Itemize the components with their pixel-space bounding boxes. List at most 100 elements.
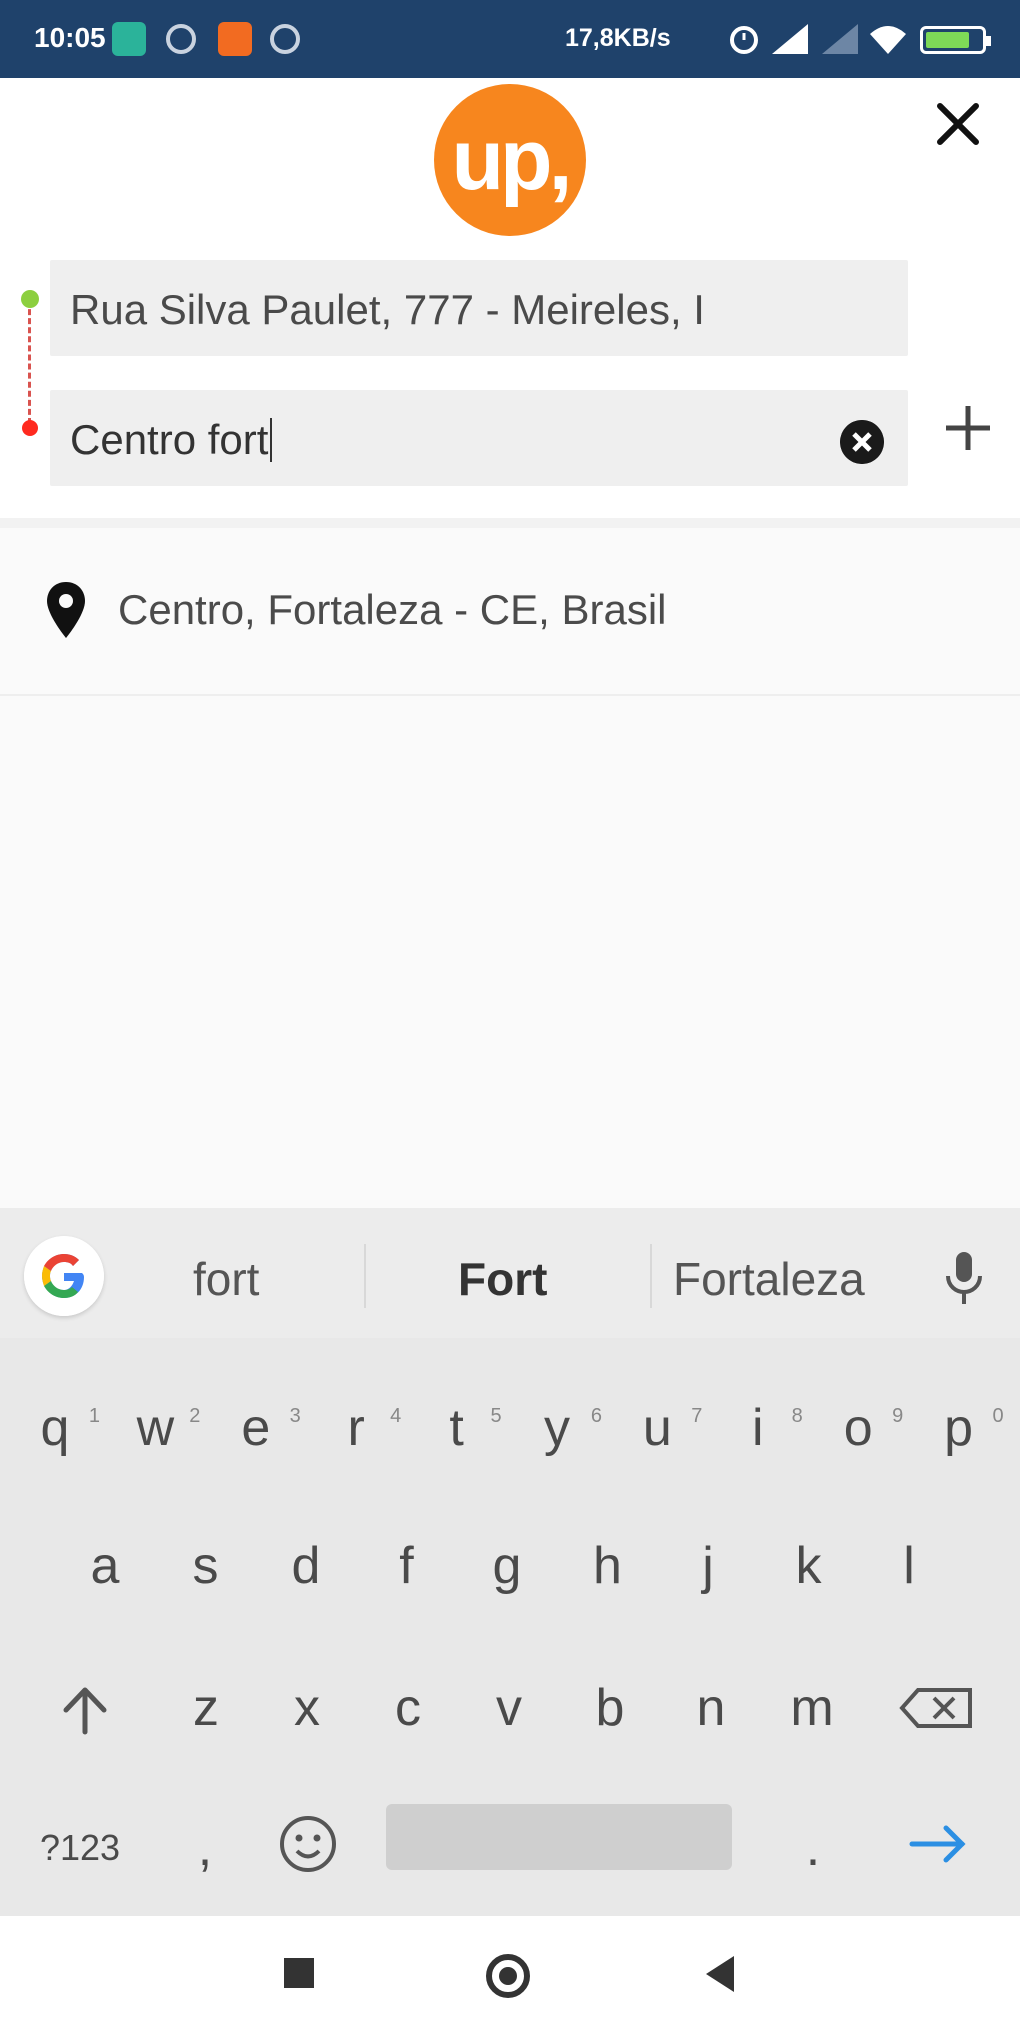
origin-field[interactable]: Rua Silva Paulet, 777 - Meireles, I: [50, 260, 908, 356]
space-key[interactable]: [386, 1804, 732, 1870]
key-y[interactable]: y6: [508, 1380, 606, 1476]
key-label: o: [843, 1399, 873, 1457]
key-label: r: [347, 1399, 365, 1457]
key-hint: 7: [691, 1405, 703, 1427]
status-bar: 10:05 17,8KB/s: [0, 0, 1020, 78]
close-button[interactable]: [930, 96, 986, 152]
key-label: e: [241, 1399, 271, 1457]
key-k[interactable]: k: [760, 1518, 858, 1614]
signal-icon: [822, 24, 858, 54]
destination-field[interactable]: Centro fort: [50, 390, 908, 486]
key-d[interactable]: d: [257, 1518, 355, 1614]
wifi-icon: [870, 26, 906, 54]
sync-icon: [166, 24, 196, 54]
arrow-right-icon: [909, 1825, 966, 1863]
close-icon: [937, 103, 979, 145]
key-hint: 0: [992, 1405, 1004, 1427]
key-n[interactable]: n: [662, 1660, 760, 1756]
clear-destination-button[interactable]: [840, 420, 884, 464]
key-w[interactable]: w2: [106, 1380, 204, 1476]
suggestion-bar: fort Fort Fortaleza: [0, 1208, 1020, 1338]
key-a[interactable]: a: [56, 1518, 154, 1614]
key-hint: 5: [490, 1405, 502, 1427]
origin-value: Rua Silva Paulet, 777 - Meireles, I: [70, 286, 705, 333]
emoji-icon: [280, 1816, 336, 1872]
emoji-key[interactable]: [268, 1804, 348, 1884]
result-label: Centro, Fortaleza - CE, Brasil: [118, 586, 667, 633]
key-f[interactable]: f: [358, 1518, 456, 1614]
result-item[interactable]: Centro, Fortaleza - CE, Brasil: [0, 528, 1020, 696]
backspace-key[interactable]: [880, 1660, 990, 1756]
network-rate: 17,8KB/s: [565, 24, 671, 52]
enter-key[interactable]: [898, 1804, 978, 1884]
key-hint: 3: [289, 1405, 301, 1427]
suggestion-3[interactable]: Fortaleza: [673, 1252, 865, 1306]
comma-key[interactable]: ,: [160, 1800, 250, 1896]
key-z[interactable]: z: [157, 1660, 255, 1756]
key-g[interactable]: g: [458, 1518, 556, 1614]
key-label: w: [136, 1399, 175, 1457]
key-label: p: [944, 1399, 974, 1457]
mic-button[interactable]: [942, 1248, 986, 1308]
key-hint: 2: [189, 1405, 201, 1427]
backspace-icon: [899, 1688, 972, 1728]
keyboard: fort Fort Fortaleza q1w2e3r4t5y6u7i8o9p0…: [0, 1208, 1020, 1916]
battery-level: [926, 32, 969, 48]
plus-icon: [946, 406, 990, 450]
divider: [364, 1244, 366, 1308]
key-m[interactable]: m: [763, 1660, 861, 1756]
add-stop-button[interactable]: [940, 400, 996, 456]
key-hint: 6: [590, 1405, 602, 1427]
key-s[interactable]: s: [157, 1518, 255, 1614]
home-button[interactable]: [486, 1954, 530, 1998]
status-time: 10:05: [34, 22, 106, 53]
key-r[interactable]: r4: [307, 1380, 405, 1476]
period-key[interactable]: .: [768, 1800, 858, 1896]
suggestion-1[interactable]: fort: [193, 1252, 259, 1306]
google-button[interactable]: [24, 1236, 104, 1316]
route-connector: [28, 300, 32, 424]
app-icon: [218, 22, 252, 56]
battery-icon: [920, 26, 991, 54]
key-q[interactable]: q1: [6, 1380, 104, 1476]
shift-icon: [63, 1687, 107, 1735]
key-b[interactable]: b: [561, 1660, 659, 1756]
divider: [650, 1244, 652, 1308]
key-c[interactable]: c: [359, 1660, 457, 1756]
key-hint: 1: [88, 1405, 100, 1427]
mail-icon: [112, 22, 146, 56]
key-o[interactable]: o9: [809, 1380, 907, 1476]
suggestion-2[interactable]: Fort: [458, 1252, 547, 1306]
destination-value-wrap: Centro fort: [70, 416, 860, 464]
key-h[interactable]: h: [559, 1518, 657, 1614]
shift-key[interactable]: [30, 1660, 140, 1756]
screen: 10:05 17,8KB/s up, Rua Silva Paulet, 777…: [0, 0, 1020, 2040]
divider: [0, 518, 1020, 528]
logo-text: up,: [451, 111, 573, 208]
navigation-bar: [0, 1916, 1020, 2040]
key-label: u: [642, 1399, 672, 1457]
symbols-key[interactable]: ?123: [20, 1800, 140, 1896]
key-hint: 4: [390, 1405, 402, 1427]
key-t[interactable]: t5: [408, 1380, 506, 1476]
results-list: Centro, Fortaleza - CE, Brasil: [0, 528, 1020, 1208]
key-e[interactable]: e3: [207, 1380, 305, 1476]
key-l[interactable]: l: [860, 1518, 958, 1614]
origin-marker-icon: [21, 290, 39, 308]
key-v[interactable]: v: [460, 1660, 558, 1756]
microphone-icon: [946, 1252, 982, 1304]
location-pin-icon: [47, 582, 85, 638]
key-j[interactable]: j: [659, 1518, 757, 1614]
sync-icon: [270, 24, 300, 54]
recents-button[interactable]: [284, 1958, 314, 1988]
key-label: t: [449, 1399, 464, 1457]
key-x[interactable]: x: [258, 1660, 356, 1756]
signal-icon: [772, 24, 808, 54]
key-label: i: [752, 1399, 764, 1457]
key-p[interactable]: p0: [910, 1380, 1008, 1476]
key-label: y: [544, 1399, 570, 1457]
destination-value: Centro fort: [70, 416, 269, 463]
key-i[interactable]: i8: [709, 1380, 807, 1476]
back-button[interactable]: [706, 1956, 734, 1992]
key-u[interactable]: u7: [608, 1380, 706, 1476]
